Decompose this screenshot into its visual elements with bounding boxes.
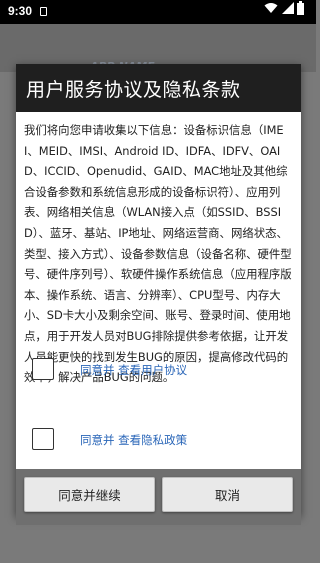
- dialog-button-bar: 同意并继续 取消: [16, 469, 301, 525]
- cancel-button[interactable]: 取消: [162, 477, 293, 512]
- user-protocol-label: 同意并 查看用户协议: [80, 362, 187, 378]
- signal-icon: [282, 2, 294, 14]
- privacy-dialog: 用户服务协议及隐私条款 我们将向您申请收集以下信息：设备标识信息（IMEI、ME…: [16, 64, 301, 516]
- notification-icon: [40, 7, 47, 16]
- status-bar: 9:30: [0, 0, 316, 24]
- privacy-policy-agree-text: 同意并: [80, 433, 119, 447]
- dialog-title: 用户服务协议及隐私条款: [26, 79, 241, 101]
- agree-continue-button[interactable]: 同意并继续: [24, 477, 155, 512]
- wifi-icon: [264, 3, 278, 13]
- status-time: 9:30: [8, 4, 33, 18]
- dialog-header: 用户服务协议及隐私条款: [16, 64, 301, 112]
- user-protocol-agree-text: 同意并: [80, 363, 119, 377]
- dialog-body-text: 我们将向您申请收集以下信息：设备标识信息（IMEI、MEID、IMSI、Andr…: [24, 123, 292, 385]
- agree-privacy-policy-row[interactable]: 同意并 查看隐私政策: [32, 428, 282, 452]
- privacy-policy-link[interactable]: 查看隐私政策: [118, 433, 187, 447]
- agree-user-protocol-row[interactable]: 同意并 查看用户协议: [32, 358, 282, 382]
- privacy-policy-checkbox[interactable]: [32, 428, 54, 450]
- user-protocol-checkbox[interactable]: [32, 358, 54, 380]
- user-protocol-link[interactable]: 查看用户协议: [118, 363, 187, 377]
- battery-icon: [297, 1, 304, 15]
- privacy-policy-label: 同意并 查看隐私政策: [80, 432, 187, 448]
